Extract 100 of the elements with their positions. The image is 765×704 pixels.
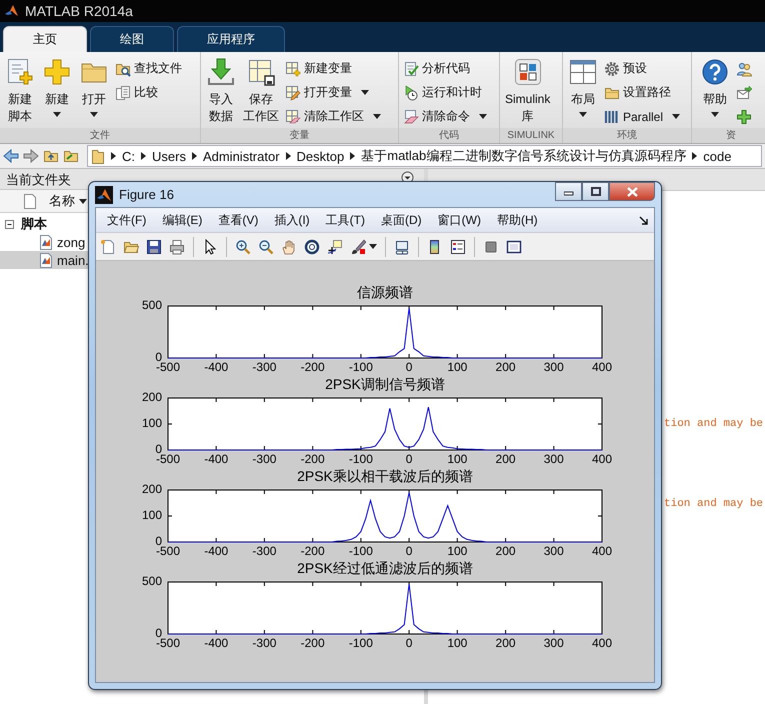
tick-label: 100 xyxy=(447,452,468,464)
tick-label: -300 xyxy=(252,452,276,464)
close-button[interactable] xyxy=(609,182,655,201)
maximize-button[interactable] xyxy=(582,182,609,201)
menu-item[interactable]: 桌面(D) xyxy=(374,212,429,228)
toolbar-button[interactable] xyxy=(326,238,344,254)
command-output: tion and may be xyxy=(664,418,764,430)
chart-title: 2PSK经过低通滤波后的频谱 xyxy=(297,560,473,576)
toolstrip-button[interactable]: 查找文件 xyxy=(113,57,184,80)
dock-arrow-icon[interactable] xyxy=(639,216,648,224)
toolbar-button[interactable] xyxy=(449,238,467,254)
tick-label: 500 xyxy=(142,298,162,312)
toolstrip-button[interactable]: 设置路径 xyxy=(602,81,682,104)
frame-icon xyxy=(506,238,522,254)
menu-item[interactable]: 帮助(H) xyxy=(490,212,545,228)
toolstrip-button[interactable]: 清除工作区 xyxy=(283,105,383,128)
toolstrip-button[interactable]: Parallel xyxy=(602,105,682,128)
toolbar-button[interactable] xyxy=(505,238,523,254)
tick-label: 500 xyxy=(142,574,162,588)
forward-arrow-icon[interactable] xyxy=(23,148,39,164)
toolstrip-button[interactable]: 打开 xyxy=(76,57,112,117)
toolstrip-button[interactable]: 帮助 xyxy=(697,57,733,117)
envelope-arrow-icon xyxy=(736,84,752,100)
tick-label: 0 xyxy=(406,452,412,464)
gear-icon xyxy=(604,60,620,76)
ribbon-tab[interactable]: 绘图 xyxy=(90,26,174,52)
menu-item[interactable]: 文件(F) xyxy=(100,212,154,228)
script-file-icon xyxy=(38,234,54,250)
menu-item[interactable]: 工具(T) xyxy=(318,212,372,228)
toolbar-button[interactable] xyxy=(145,238,163,254)
script-file-icon xyxy=(38,252,54,268)
toolstrip-button[interactable]: 新建变量 xyxy=(283,57,383,80)
path-segment[interactable]: 基于matlab编程二进制数字信号系统设计与仿真源码程序 xyxy=(361,147,686,165)
minimize-button[interactable] xyxy=(555,182,582,201)
collapse-toggle-icon[interactable] xyxy=(4,218,15,230)
tick-label: -400 xyxy=(204,636,228,648)
section-label: 资 xyxy=(726,130,736,141)
tick-label: 0 xyxy=(406,544,412,556)
tick-label: 200 xyxy=(496,544,516,556)
path-segment[interactable]: Users xyxy=(152,148,186,164)
toolstrip-button[interactable]: 新建 脚本 xyxy=(2,57,38,125)
toolbar-button[interactable] xyxy=(234,238,252,254)
tick-label: -100 xyxy=(348,360,373,372)
tree-group-item[interactable]: 脚本 xyxy=(0,215,51,233)
tick-label: -300 xyxy=(252,544,276,556)
path-segment[interactable]: Desktop xyxy=(296,148,344,164)
save-icon xyxy=(146,238,162,254)
tick-label: -100 xyxy=(348,544,373,556)
chart-title: 信源频谱 xyxy=(357,284,413,300)
section-label: 代码 xyxy=(439,130,459,141)
rotate-icon xyxy=(304,238,320,254)
toolbar-button[interactable] xyxy=(303,238,321,254)
tick-label: -300 xyxy=(252,636,276,648)
caret-icon xyxy=(369,244,377,249)
menu-item[interactable]: 查看(V) xyxy=(211,212,266,228)
menu-item[interactable]: 插入(I) xyxy=(267,212,317,228)
tick-label: 200 xyxy=(496,452,516,464)
breadcrumb-arrow-icon xyxy=(141,152,146,160)
toolstrip-button[interactable]: 新建 xyxy=(39,57,75,117)
toolbar-button[interactable] xyxy=(257,238,275,254)
square-icon xyxy=(483,238,499,254)
tick-label: 200 xyxy=(142,390,162,404)
tick-label: 400 xyxy=(592,636,612,648)
toolstrip-button[interactable]: 比较 xyxy=(113,81,184,104)
path-segment[interactable]: Administrator xyxy=(202,148,280,164)
toolstrip-button[interactable]: 打开变量 xyxy=(283,81,383,104)
path-segment[interactable]: code xyxy=(703,148,732,164)
toolbar-button[interactable] xyxy=(349,238,378,254)
toolstrip-button[interactable]: 运行和计时 xyxy=(401,81,489,104)
toolstrip-button[interactable]: 分析代码 xyxy=(401,57,489,80)
path-field[interactable]: C: Users Administrator Desktop 基于matlab编程二进制数字信号系统设计与仿真源码程序 code xyxy=(87,145,762,167)
ribbon-tab[interactable]: 应用程序 xyxy=(177,26,285,52)
toolstrip-button[interactable]: 清除命令 xyxy=(401,105,489,128)
blocks-icon xyxy=(512,57,543,87)
section-label: 文件 xyxy=(90,130,110,141)
chart-title: 2PSK调制信号频谱 xyxy=(325,376,445,392)
back-arrow-icon[interactable] xyxy=(3,148,19,164)
play-clock-icon xyxy=(403,84,419,100)
panel-title: 当前文件夹 xyxy=(6,171,71,189)
tick-label: -400 xyxy=(204,360,228,372)
folder-up-icon[interactable] xyxy=(43,148,59,164)
window-title: Figure 16 xyxy=(119,187,174,202)
ribbon-tab[interactable]: 主页 xyxy=(3,26,87,52)
window-title: MATLAB R2014a xyxy=(25,3,133,19)
toolstrip-button[interactable]: 预设 xyxy=(602,57,682,80)
command-output: tion and may be xyxy=(664,498,764,510)
grid-disk-icon xyxy=(246,57,276,87)
grid-pencil-icon xyxy=(285,84,301,100)
menu-item[interactable]: 窗口(W) xyxy=(430,212,488,228)
toolstrip-button[interactable]: Simulink 库 xyxy=(502,57,554,125)
grid-eraser-icon xyxy=(285,108,301,124)
toolstrip-button[interactable]: 导入 数据 xyxy=(203,57,239,125)
toolstrip-button[interactable]: 布局 xyxy=(565,57,601,117)
toolstrip-button[interactable]: 保存 工作区 xyxy=(240,57,282,125)
tick-label: 300 xyxy=(544,544,564,556)
menu-item[interactable]: 编辑(E) xyxy=(155,212,210,228)
path-segment[interactable]: C: xyxy=(122,148,135,164)
tick-label: 0 xyxy=(406,636,412,648)
folder-arrow-icon[interactable] xyxy=(63,148,79,164)
column-header[interactable]: 名称 xyxy=(48,192,88,210)
